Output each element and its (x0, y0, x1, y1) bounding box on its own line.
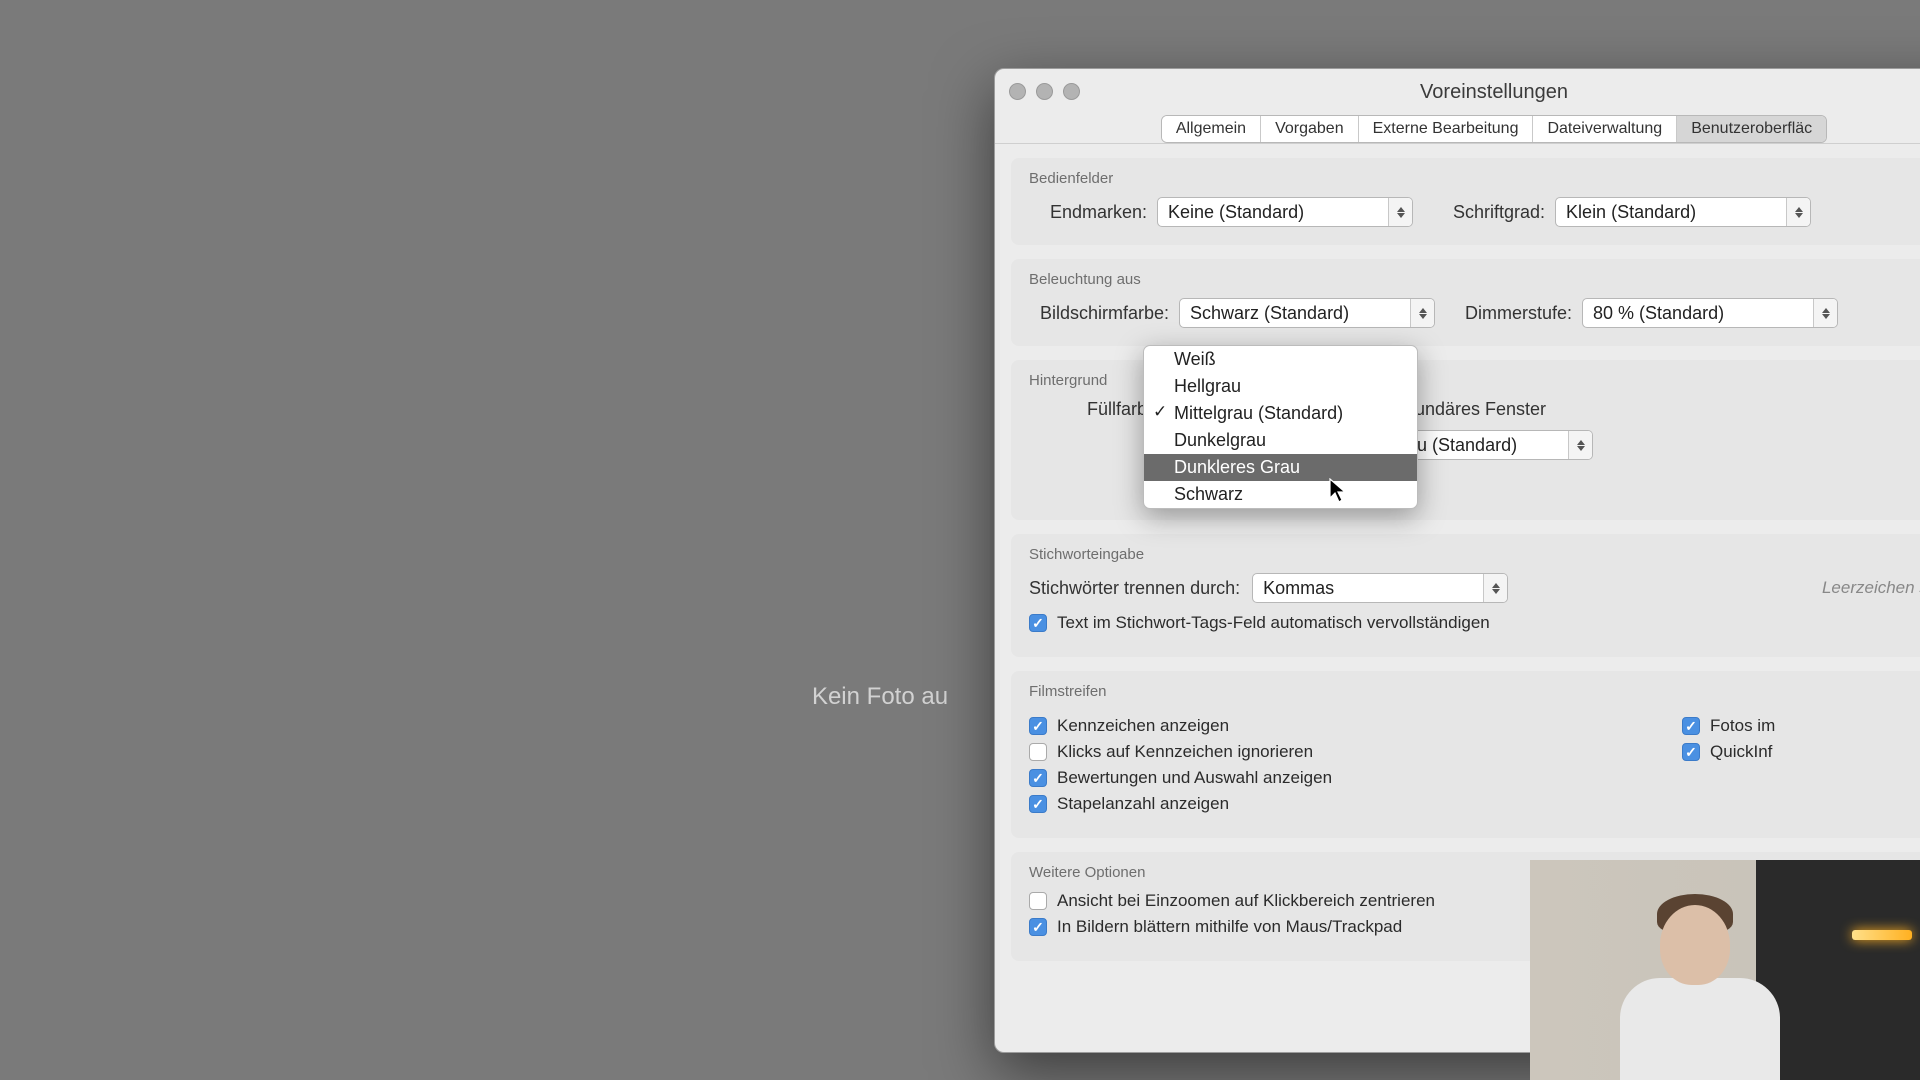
quickinfo-label: QuickInf (1710, 742, 1772, 762)
trennen-hint: Leerzeichen sind i (1822, 578, 1920, 598)
tab-allgemein[interactable]: Allgemein (1162, 116, 1261, 142)
tab-benutzeroberflaeche[interactable]: Benutzeroberfläc (1677, 116, 1826, 142)
updown-icon (1813, 299, 1837, 327)
section-bedienfelder: Bedienfelder Endmarken: Keine (Standard)… (1011, 158, 1920, 245)
section-beleuchtung: Beleuchtung aus Bildschirmfarbe: Schwarz… (1011, 259, 1920, 346)
menu-item-weiss[interactable]: Weiß (1144, 346, 1417, 373)
autocomplete-label: Text im Stichwort-Tags-Feld automatisch … (1057, 613, 1490, 633)
tab-bar: Allgemein Vorgaben Externe Bearbeitung D… (995, 115, 1920, 144)
klicks-ignorieren-checkbox[interactable] (1029, 743, 1047, 761)
einzoomen-label: Ansicht bei Einzoomen auf Klickbereich z… (1057, 891, 1435, 911)
fotos-im-checkbox[interactable] (1682, 717, 1700, 735)
updown-icon (1388, 198, 1412, 226)
menu-item-schwarz[interactable]: Schwarz (1144, 481, 1417, 508)
dimmerstufe-label: Dimmerstufe: (1465, 303, 1572, 324)
tab-dateiverwaltung[interactable]: Dateiverwaltung (1533, 116, 1677, 142)
titlebar: Voreinstellungen (995, 69, 1920, 115)
updown-icon (1410, 299, 1434, 327)
menu-item-dunkelgrau[interactable]: Dunkelgrau (1144, 427, 1417, 454)
kennzeichen-checkbox[interactable] (1029, 717, 1047, 735)
schriftgrad-label: Schriftgrad: (1453, 202, 1545, 223)
fuellfarbe-label: Füllfarbe (1029, 399, 1157, 420)
section-title: Stichworteingabe (1029, 546, 1920, 563)
tab-externe-bearbeitung[interactable]: Externe Bearbeitung (1359, 116, 1534, 142)
schriftgrad-value: Klein (Standard) (1556, 202, 1786, 223)
bildschirmfarbe-value: Schwarz (Standard) (1180, 303, 1410, 324)
trennen-select[interactable]: Kommas (1252, 573, 1508, 603)
schriftgrad-select[interactable]: Klein (Standard) (1555, 197, 1811, 227)
no-photo-label: Kein Foto au (812, 683, 948, 711)
section-filmstreifen: Filmstreifen Kennzeichen anzeigen Klicks… (1011, 671, 1920, 838)
menu-item-mittelgrau[interactable]: Mittelgrau (Standard) (1144, 400, 1417, 427)
dimmerstufe-select[interactable]: 80 % (Standard) (1582, 298, 1838, 328)
endmarken-label: Endmarken: (1029, 202, 1147, 223)
quickinfo-checkbox[interactable] (1682, 743, 1700, 761)
section-title: Bedienfelder (1029, 170, 1920, 187)
bildschirmfarbe-select[interactable]: Schwarz (Standard) (1179, 298, 1435, 328)
section-hintergrund: Hintergrund Füllfarbe Sekundäres Fenster… (1011, 360, 1920, 520)
stapelanzahl-checkbox[interactable] (1029, 795, 1047, 813)
window-title: Voreinstellungen (995, 81, 1920, 104)
endmarken-select[interactable]: Keine (Standard) (1157, 197, 1413, 227)
einzoomen-checkbox[interactable] (1029, 892, 1047, 910)
updown-icon (1786, 198, 1810, 226)
updown-icon (1568, 431, 1592, 459)
trennen-label: Stichwörter trennen durch: (1029, 578, 1240, 599)
kennzeichen-label: Kennzeichen anzeigen (1057, 716, 1229, 736)
menu-item-dunkleres-grau[interactable]: Dunkleres Grau (1144, 454, 1417, 481)
fotos-im-label: Fotos im (1710, 716, 1775, 736)
klicks-ignorieren-label: Klicks auf Kennzeichen ignorieren (1057, 742, 1313, 762)
bewertungen-label: Bewertungen und Auswahl anzeigen (1057, 768, 1332, 788)
tab-vorgaben[interactable]: Vorgaben (1261, 116, 1359, 142)
fuellfarbe-dropdown-menu: Weiß Hellgrau Mittelgrau (Standard) Dunk… (1143, 345, 1418, 509)
stapelanzahl-label: Stapelanzahl anzeigen (1057, 794, 1229, 814)
section-stichworteingabe: Stichworteingabe Stichwörter trennen dur… (1011, 534, 1920, 657)
webcam-overlay (1530, 860, 1920, 1080)
updown-icon (1483, 574, 1507, 602)
dimmerstufe-value: 80 % (Standard) (1583, 303, 1813, 324)
bewertungen-checkbox[interactable] (1029, 769, 1047, 787)
endmarken-value: Keine (Standard) (1158, 202, 1388, 223)
bildschirmfarbe-label: Bildschirmfarbe: (1029, 303, 1169, 324)
autocomplete-checkbox[interactable] (1029, 614, 1047, 632)
menu-item-hellgrau[interactable]: Hellgrau (1144, 373, 1417, 400)
section-title: Filmstreifen (1029, 683, 1920, 700)
trackpad-checkbox[interactable] (1029, 918, 1047, 936)
trackpad-label: In Bildern blättern mithilfe von Maus/Tr… (1057, 917, 1402, 937)
section-title: Beleuchtung aus (1029, 271, 1920, 288)
trennen-value: Kommas (1253, 578, 1483, 599)
